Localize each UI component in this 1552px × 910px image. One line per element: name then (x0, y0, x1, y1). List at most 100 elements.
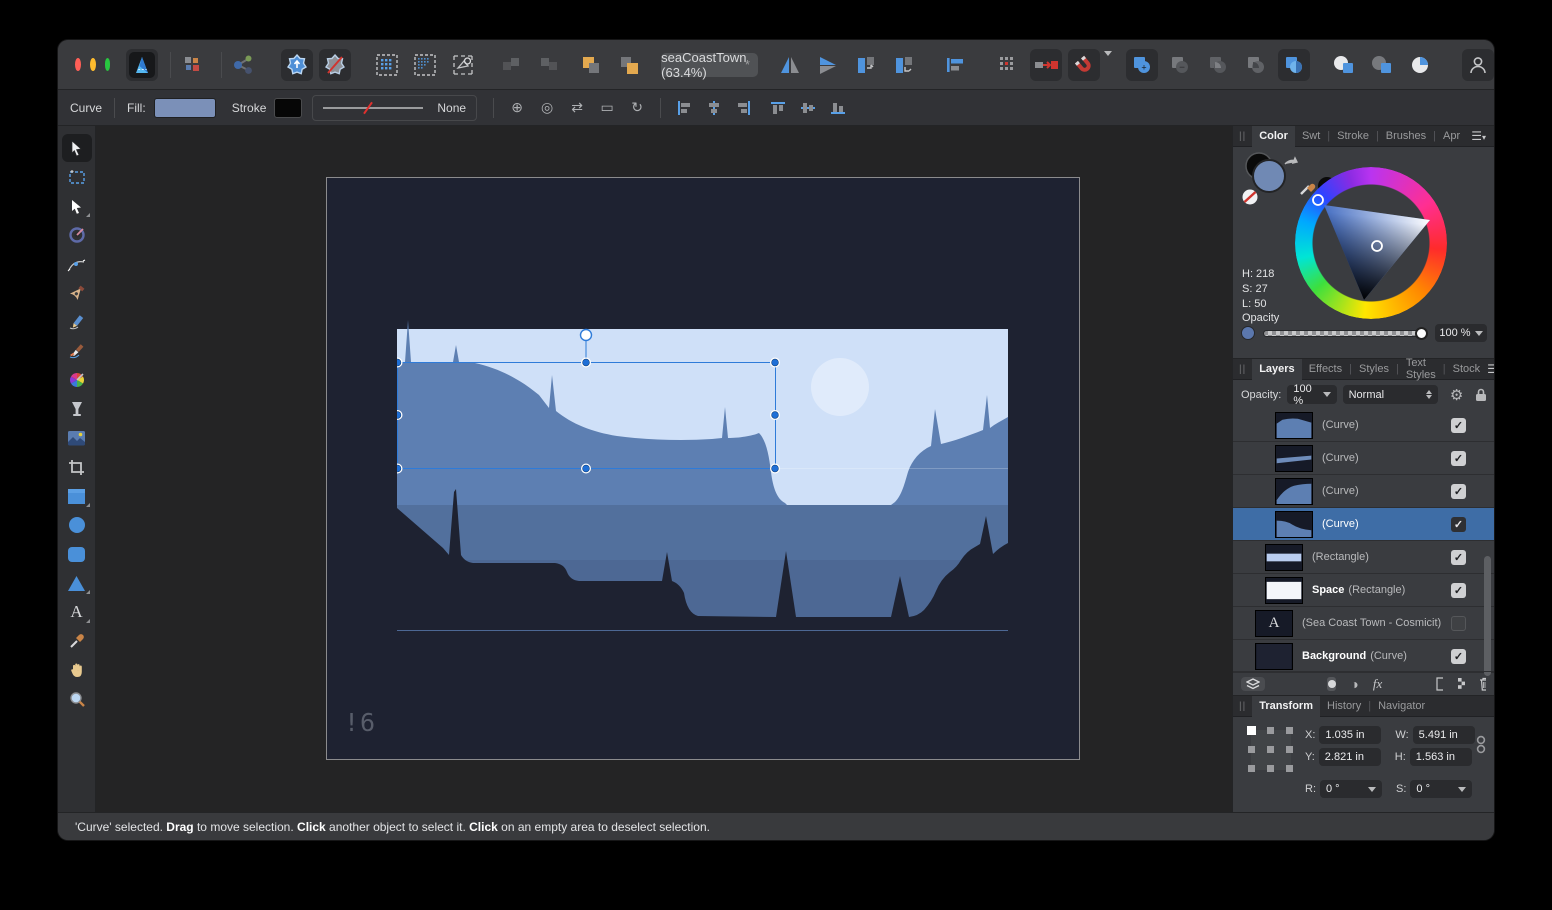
selection-handle[interactable] (770, 358, 780, 368)
layer-row[interactable]: Background (Curve) ✓ (1233, 640, 1494, 673)
layer-effects-icon[interactable]: fx (1373, 676, 1382, 692)
panel-menu-icon[interactable]: ☰▾ (1471, 129, 1486, 143)
align-bottom-icon[interactable] (825, 97, 851, 119)
triangle-tool[interactable] (62, 569, 92, 597)
alignment-icon[interactable] (940, 49, 972, 81)
delete-layer-icon[interactable] (1479, 677, 1486, 691)
layer-row-selected[interactable]: (Curve) ✓ (1233, 508, 1494, 541)
tab-effects[interactable]: Effects (1302, 359, 1349, 380)
anchor-top-left[interactable] (1247, 726, 1256, 735)
layer-visibility-checkbox[interactable]: ✓ (1451, 649, 1466, 664)
artwork[interactable] (397, 316, 1008, 631)
layer-row[interactable]: (Curve) ✓ (1233, 475, 1494, 508)
layer-thumbnail[interactable] (1275, 478, 1313, 505)
transform-origin-icon[interactable]: ⊕ (504, 97, 530, 119)
insert-behind-icon[interactable] (1328, 49, 1360, 81)
corner-tool[interactable] (62, 250, 92, 278)
lasso-selection-icon[interactable] (447, 49, 479, 81)
adjustment-layer-icon[interactable]: ◑ (1350, 676, 1358, 692)
share-icon[interactable] (227, 49, 259, 81)
cycle-selection-icon[interactable]: ↻ (624, 97, 650, 119)
align-middle-icon[interactable] (795, 97, 821, 119)
point-transform-tool[interactable] (62, 221, 92, 249)
flip-horizontal-icon[interactable] (774, 49, 806, 81)
pen-tool[interactable] (62, 279, 92, 307)
y-field[interactable]: 2.821 in (1319, 748, 1381, 766)
transparency-tool[interactable] (62, 395, 92, 423)
layer-visibility-checkbox[interactable]: ✓ (1451, 451, 1466, 466)
document-title[interactable]: seaCoastTown (63.4%) * (661, 53, 758, 77)
selection-handle[interactable] (581, 358, 591, 368)
opacity-slider-knob[interactable] (1415, 327, 1428, 340)
grid-options-icon[interactable]: ​ (992, 49, 1024, 81)
tab-text-styles[interactable]: Text Styles (1399, 359, 1443, 380)
layers-scrollbar[interactable] (1484, 556, 1491, 676)
snapping-dropdown-caret[interactable] (1104, 56, 1112, 74)
layer-thumbnail[interactable] (1265, 544, 1303, 571)
panel-grip[interactable]: || (1239, 364, 1246, 375)
layer-visibility-checkbox[interactable]: ✓ (1451, 583, 1466, 598)
layer-thumbnail[interactable] (1275, 412, 1313, 439)
rotation-handle[interactable] (581, 330, 592, 341)
insert-top-icon[interactable] (1366, 49, 1398, 81)
snapping-magnet-icon[interactable] (1068, 49, 1100, 81)
anchor-point-selector[interactable] (1247, 726, 1295, 774)
layer-row[interactable]: (Curve) ✓ (1233, 442, 1494, 475)
blend-mode-dropdown[interactable]: Normal (1343, 385, 1438, 404)
ellipse-tool[interactable] (62, 511, 92, 539)
tab-appearance[interactable]: Apr (1436, 126, 1467, 147)
new-pattern-icon[interactable] (1457, 677, 1465, 690)
new-layer-icon[interactable] (1436, 677, 1443, 691)
mirror-icon[interactable]: ⇄ (564, 97, 590, 119)
swap-colors-icon[interactable] (1285, 158, 1297, 164)
opacity-value-dropdown[interactable]: 100 % (1435, 324, 1487, 342)
flip-vertical-icon[interactable] (812, 49, 844, 81)
minimize-window-button[interactable] (90, 58, 96, 71)
blend-options-gear-icon[interactable]: ⚙ (1450, 386, 1463, 404)
layer-visibility-checkbox[interactable]: ✓ (1451, 484, 1466, 499)
place-image-tool[interactable] (62, 424, 92, 452)
align-top-icon[interactable] (765, 97, 791, 119)
canvas-area[interactable]: !6 (96, 126, 1232, 812)
panel-menu-icon[interactable]: ☰▾ (1487, 362, 1494, 376)
tab-color[interactable]: Color (1252, 126, 1295, 147)
tab-swatches[interactable]: Swt (1295, 126, 1327, 147)
layer-visibility-checkbox[interactable]: ✓ (1451, 616, 1466, 631)
marquee-grid-icon[interactable]: ​ (371, 49, 403, 81)
align-center-icon[interactable] (701, 97, 727, 119)
opacity-color-chip[interactable] (1241, 326, 1255, 340)
selection-handle[interactable] (770, 464, 780, 474)
layer-visibility-checkbox[interactable]: ✓ (1451, 550, 1466, 565)
align-left-icon[interactable] (671, 97, 697, 119)
boolean-divide-icon[interactable] (1278, 49, 1310, 81)
mask-layer-icon[interactable] (1327, 677, 1336, 691)
layer-thumbnail[interactable] (1275, 511, 1313, 538)
shear-dropdown[interactable]: 0 ° (1410, 780, 1472, 798)
vector-brush-tool[interactable] (62, 337, 92, 365)
transform-objects-icon[interactable]: ▭ (594, 97, 620, 119)
color-wheel-ring[interactable] (1295, 167, 1447, 319)
rounded-rectangle-tool[interactable] (62, 540, 92, 568)
opacity-slider[interactable] (1263, 330, 1425, 337)
no-color-icon[interactable] (1243, 190, 1258, 205)
zoom-tool[interactable] (62, 685, 92, 713)
selection-handle[interactable] (581, 464, 591, 474)
rectangle-tool[interactable] (62, 482, 92, 510)
rotation-dropdown[interactable]: 0 ° (1320, 780, 1382, 798)
tab-layers[interactable]: Layers (1252, 359, 1301, 380)
tab-brushes[interactable]: Brushes (1379, 126, 1433, 147)
layer-row[interactable]: (Rectangle) ✓ (1233, 541, 1494, 574)
account-icon[interactable] (1462, 49, 1494, 81)
w-field[interactable]: 5.491 in (1413, 726, 1475, 744)
boolean-intersect-icon[interactable] (1202, 49, 1234, 81)
align-right-icon[interactable] (731, 97, 757, 119)
move-backward-icon[interactable] (888, 49, 920, 81)
link-dimensions-icon[interactable] (1476, 734, 1486, 756)
stroke-swatch[interactable] (274, 98, 302, 118)
tab-stroke[interactable]: Stroke (1330, 126, 1376, 147)
insert-inside-icon[interactable] (1404, 49, 1436, 81)
duplicate-icon[interactable] (575, 49, 607, 81)
boolean-subtract-icon[interactable]: − (1164, 49, 1196, 81)
text-tool[interactable]: A (62, 598, 92, 626)
boolean-add-icon[interactable]: + (1126, 49, 1158, 81)
